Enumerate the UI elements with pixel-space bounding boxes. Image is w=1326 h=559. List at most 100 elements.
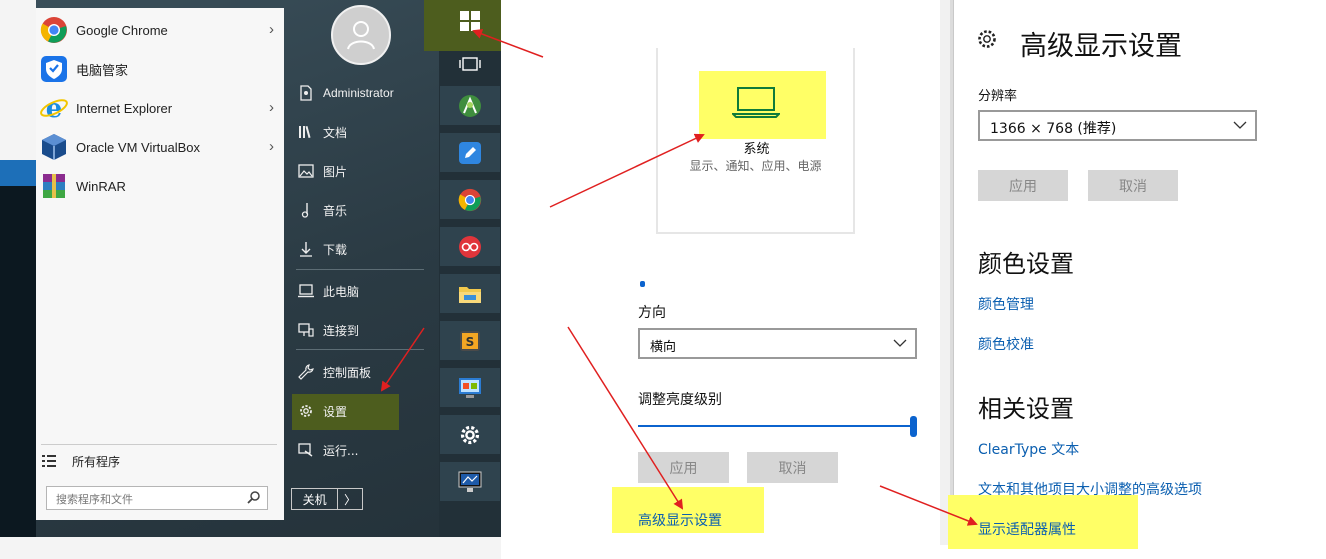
apply-button[interactable]: 应用 <box>638 452 729 483</box>
user-icon <box>347 21 375 50</box>
search-icon <box>247 491 260 504</box>
taskbar-app-android-studio[interactable] <box>440 86 500 125</box>
orientation-value: 横向 <box>650 340 677 355</box>
android-studio-icon <box>459 94 481 117</box>
search-placeholder: 搜索程序和文件 <box>56 493 133 506</box>
menu-item-control-panel[interactable]: 控制面板 <box>292 359 371 385</box>
user-avatar[interactable] <box>331 5 391 65</box>
all-programs-label: 所有程序 <box>72 454 121 469</box>
menu-item-run[interactable]: 运行... <box>292 437 358 463</box>
taskbar-app-settings[interactable] <box>440 415 500 454</box>
music-icon <box>296 200 316 220</box>
menu-item-connect[interactable]: 连接到 <box>292 317 359 343</box>
taskbar-app-control-panel[interactable] <box>440 368 500 407</box>
taskbar-app-feedback[interactable] <box>440 133 500 172</box>
brightness-slider-track[interactable] <box>638 425 913 427</box>
app-label: 电脑管家 <box>76 62 129 78</box>
taskbar-app-chrome[interactable] <box>440 180 500 219</box>
shutdown-options-button[interactable]: 〉 <box>337 489 362 509</box>
resolution-label: 分辨率 <box>978 89 1018 104</box>
menu-item-label: 下载 <box>323 242 348 257</box>
app-item-chrome[interactable]: Google Chrome › <box>36 12 284 48</box>
sublime-icon: S <box>460 330 480 351</box>
virtualbox-icon <box>39 132 69 162</box>
divider <box>296 269 424 270</box>
related-settings-heading: 相关设置 <box>978 395 1074 423</box>
shutdown-label: 关机 <box>302 492 327 507</box>
color-calibration-link[interactable]: 颜色校准 <box>978 334 1034 354</box>
chrome-icon <box>458 188 482 211</box>
brightness-label: 调整亮度级别 <box>638 392 722 408</box>
menu-item-administrator[interactable]: Administrator <box>292 80 394 106</box>
download-icon <box>296 239 316 259</box>
color-settings-heading: 颜色设置 <box>978 250 1074 278</box>
menu-item-documents[interactable]: 文档 <box>292 119 347 145</box>
menu-item-downloads[interactable]: 下载 <box>292 236 347 262</box>
taskbar-app-display[interactable] <box>440 462 500 501</box>
taskbar-app-file-explorer[interactable] <box>440 274 500 313</box>
divider <box>41 444 277 445</box>
search-input[interactable]: 搜索程序和文件 <box>46 486 268 510</box>
menu-item-label: 文档 <box>323 125 348 140</box>
menu-item-label: 连接到 <box>323 323 360 338</box>
all-programs-button[interactable]: 所有程序 <box>36 449 284 473</box>
menu-item-this-pc[interactable]: 此电脑 <box>292 278 359 304</box>
app-item-pc-manager[interactable]: 电脑管家 <box>36 51 284 87</box>
advanced-display-settings-link[interactable]: 高级显示设置 <box>638 510 722 530</box>
task-view-icon <box>459 56 481 71</box>
menu-item-settings[interactable]: 设置 <box>292 398 347 424</box>
control-panel-icon <box>459 377 481 398</box>
app-label: Google Chrome <box>76 22 168 38</box>
chevron-right-icon: › <box>269 21 274 38</box>
pc-manager-icon <box>39 54 69 84</box>
cleartype-link[interactable]: ClearType 文本 <box>978 439 1079 459</box>
system-card-subtitle: 显示、通知、应用、电源 <box>689 159 822 173</box>
list-icon <box>42 455 56 467</box>
orientation-label: 方向 <box>638 305 666 321</box>
svg-text:e: e <box>46 94 63 123</box>
menu-item-label: 音乐 <box>323 203 348 218</box>
color-management-link[interactable]: 颜色管理 <box>978 294 1034 314</box>
ie-icon: e <box>39 93 69 123</box>
taskbar-app-other[interactable] <box>440 227 500 266</box>
app-icon <box>459 235 481 258</box>
menu-item-pictures[interactable]: 图片 <box>292 158 347 184</box>
winrar-icon <box>39 171 69 201</box>
library-icon <box>296 122 316 142</box>
gear-icon <box>978 30 996 48</box>
laptop-icon <box>732 87 780 118</box>
chevron-down-icon <box>1233 121 1247 129</box>
app-item-winrar[interactable]: WinRAR <box>36 168 284 204</box>
picture-icon <box>296 161 316 181</box>
apply-button[interactable]: 应用 <box>978 170 1068 201</box>
gear-icon <box>296 401 316 421</box>
chevron-right-icon: › <box>269 138 274 155</box>
menu-item-music[interactable]: 音乐 <box>292 197 347 223</box>
task-view-button[interactable] <box>440 44 500 83</box>
menu-item-label: 此电脑 <box>323 284 360 299</box>
app-item-virtualbox[interactable]: Oracle VM VirtualBox › <box>36 129 284 165</box>
user-doc-icon <box>296 83 316 103</box>
shutdown-button[interactable]: 关机 〉 <box>291 488 363 510</box>
display-adapter-properties-link[interactable]: 显示适配器属性 <box>978 519 1076 539</box>
taskbar-app-sublime[interactable]: S <box>440 321 500 360</box>
background-window <box>0 0 36 160</box>
connect-icon <box>296 320 316 340</box>
resolution-select[interactable]: 1366 × 768 (推荐) <box>978 110 1257 141</box>
app-item-internet-explorer[interactable]: e Internet Explorer › <box>36 90 284 126</box>
resolution-value: 1366 × 768 (推荐) <box>990 121 1117 137</box>
brightness-slider-thumb[interactable] <box>910 416 917 437</box>
menu-item-label: 图片 <box>323 164 348 179</box>
app-label: WinRAR <box>76 178 126 194</box>
feedback-icon <box>459 141 481 164</box>
window-border-line <box>953 0 954 545</box>
chrome-icon <box>39 15 69 45</box>
divider <box>296 349 424 350</box>
menu-item-label: 控制面板 <box>323 365 372 380</box>
orientation-select[interactable]: 横向 <box>638 328 917 359</box>
svg-text:S: S <box>466 335 475 349</box>
menu-item-label: 运行... <box>323 443 359 458</box>
background-window-bottom <box>0 537 501 559</box>
cancel-button[interactable]: 取消 <box>747 452 838 483</box>
cancel-button[interactable]: 取消 <box>1088 170 1178 201</box>
